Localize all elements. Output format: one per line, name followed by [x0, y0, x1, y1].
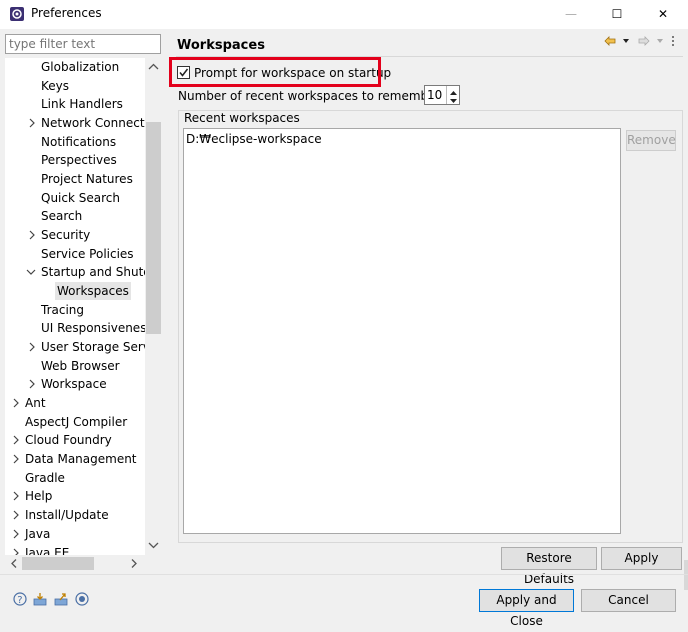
- tree-item-keys[interactable]: Keys: [41, 77, 69, 95]
- tree-item-notifications[interactable]: Notifications: [41, 133, 116, 151]
- tree-item-data-management[interactable]: Data Management: [25, 450, 137, 468]
- chevron-right-icon[interactable]: [28, 114, 38, 132]
- forward-menu-icon[interactable]: [656, 35, 664, 50]
- tree-item-security[interactable]: Security: [41, 226, 90, 244]
- apply-and-close-button[interactable]: Apply and Close: [479, 589, 574, 628]
- export-icon[interactable]: [54, 592, 68, 606]
- back-menu-icon[interactable]: [622, 35, 630, 50]
- remove-button[interactable]: Remove: [626, 130, 676, 151]
- list-item[interactable]: D:₩eclipse-workspace: [186, 132, 322, 146]
- recent-workspaces-group-label: Recent workspaces: [183, 111, 301, 125]
- chevron-right-icon[interactable]: [12, 544, 22, 555]
- tree-item-help[interactable]: Help: [25, 487, 52, 505]
- minimize-button[interactable]: —: [548, 0, 594, 29]
- tree-item-java-ee[interactable]: Java EE: [25, 544, 69, 555]
- spin-down-icon[interactable]: [446, 95, 460, 104]
- import-icon[interactable]: [33, 592, 47, 606]
- scroll-left-icon[interactable]: [8, 557, 20, 570]
- chevron-right-icon[interactable]: [12, 450, 22, 468]
- page-title: Workspaces: [177, 38, 265, 53]
- tree-item-perspectives[interactable]: Perspectives: [41, 151, 117, 169]
- bottom-separator: [0, 574, 688, 575]
- scroll-up-icon[interactable]: [146, 60, 161, 74]
- scroll-down-icon[interactable]: [146, 538, 161, 552]
- recent-count-value[interactable]: 10: [427, 88, 442, 102]
- tree-item-user-storage-service[interactable]: User Storage Servic: [41, 338, 160, 356]
- recent-count-spinner[interactable]: 10: [424, 85, 460, 105]
- chevron-right-icon[interactable]: [28, 338, 38, 356]
- tree-item-quick-search[interactable]: Quick Search: [41, 189, 120, 207]
- chevron-right-icon[interactable]: [28, 226, 38, 244]
- tree-item-project-natures[interactable]: Project Natures: [41, 170, 133, 188]
- tree-item-workspaces-selected[interactable]: Workspaces: [55, 282, 131, 300]
- chevron-right-icon[interactable]: [12, 394, 22, 412]
- window-edge: [684, 560, 688, 590]
- chevron-right-icon[interactable]: [28, 375, 38, 393]
- filter-input[interactable]: [5, 34, 161, 54]
- apply-button[interactable]: Apply: [601, 547, 682, 570]
- chevron-right-icon[interactable]: [12, 431, 22, 449]
- maximize-button[interactable]: ☐: [594, 0, 640, 29]
- restore-defaults-button[interactable]: Restore Defaults: [501, 547, 597, 586]
- forward-icon[interactable]: [638, 35, 650, 50]
- tree-item-ui-responsiveness[interactable]: UI Responsiveness: [41, 319, 153, 337]
- tree-item-link-handlers[interactable]: Link Handlers: [41, 95, 123, 113]
- tree-vertical-scroll-thumb[interactable]: [146, 122, 161, 334]
- tree-item-service-policies[interactable]: Service Policies: [41, 245, 134, 263]
- highlight-box: [169, 57, 381, 87]
- tree-item-ant[interactable]: Ant: [25, 394, 46, 412]
- spin-up-icon[interactable]: [446, 86, 460, 95]
- svg-text:?: ?: [17, 595, 22, 606]
- cancel-button[interactable]: Cancel: [581, 589, 676, 612]
- recent-workspaces-list[interactable]: [183, 128, 621, 534]
- window-title: Preferences: [31, 6, 102, 20]
- tree-item-cloud-foundry[interactable]: Cloud Foundry: [25, 431, 112, 449]
- tree-item-workspace[interactable]: Workspace: [41, 375, 107, 393]
- view-menu-icon[interactable]: [670, 35, 676, 50]
- page-navigation: [604, 35, 684, 49]
- chevron-down-icon[interactable]: [26, 263, 36, 281]
- tree-item-gradle[interactable]: Gradle: [25, 469, 65, 487]
- tree-item-globalization[interactable]: Globalization: [41, 58, 119, 76]
- preference-tree: Globalization Keys Link Handlers Network…: [5, 58, 162, 555]
- tree-item-java[interactable]: Java: [25, 525, 50, 543]
- tree-item-tracing[interactable]: Tracing: [41, 301, 84, 319]
- help-icon[interactable]: ?: [13, 592, 27, 606]
- chevron-right-icon[interactable]: [12, 525, 22, 543]
- tree-item-install-update[interactable]: Install/Update: [25, 506, 109, 524]
- scroll-right-icon[interactable]: [128, 557, 140, 570]
- oomph-icon[interactable]: [75, 592, 89, 606]
- chevron-right-icon[interactable]: [12, 506, 22, 524]
- tree-item-aspectj-compiler[interactable]: AspectJ Compiler: [25, 413, 127, 431]
- eclipse-app-icon: [9, 6, 25, 22]
- tree-item-search[interactable]: Search: [41, 207, 82, 225]
- close-button[interactable]: ✕: [640, 0, 686, 29]
- recent-count-label: Number of recent workspaces to remember:: [178, 89, 445, 103]
- tree-item-web-browser[interactable]: Web Browser: [41, 357, 120, 375]
- chevron-right-icon[interactable]: [12, 487, 22, 505]
- tree-item-startup-and-shutdown[interactable]: Startup and Shutdc: [41, 263, 158, 281]
- back-icon[interactable]: [604, 35, 616, 50]
- tree-horizontal-scroll-thumb[interactable]: [22, 557, 94, 570]
- tree-item-network-connections[interactable]: Network Connectio: [41, 114, 155, 132]
